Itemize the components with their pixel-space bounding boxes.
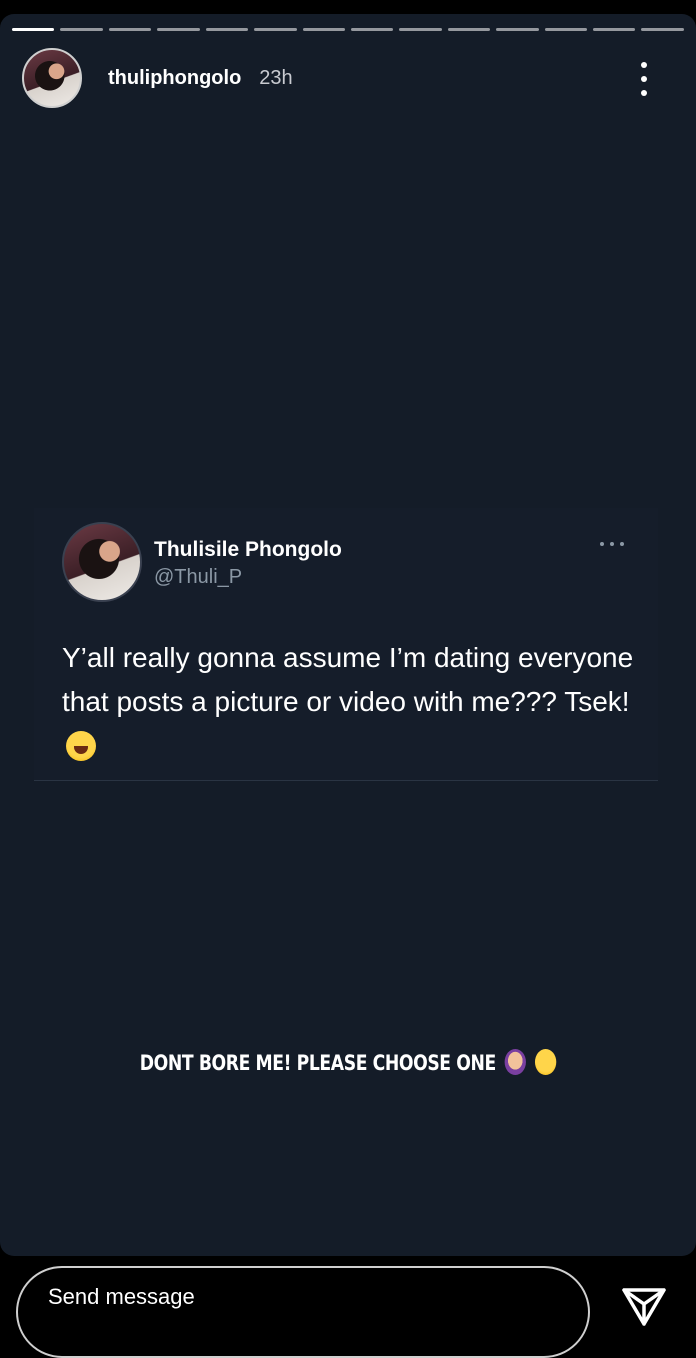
progress-segment	[302, 28, 345, 31]
tweet-handle: @Thuli_P	[154, 566, 243, 588]
progress-segment	[496, 28, 539, 31]
tweet-display-name: Thulisile Phongolo	[154, 538, 342, 561]
progress-segment	[593, 28, 636, 31]
tweet-card: Thulisile Phongolo @Thuli_P Y’all really…	[34, 508, 658, 781]
story-timestamp: 23h	[259, 66, 293, 89]
progress-segment	[254, 28, 297, 31]
tweet-author-avatar	[62, 522, 142, 602]
laughing-emoji-icon	[66, 731, 96, 761]
send-message-input[interactable]	[16, 1266, 590, 1358]
caption-text: DONT BORE ME! PLEASE CHOOSE ONE	[139, 1051, 496, 1075]
user-avatar[interactable]	[22, 48, 82, 108]
story-progress-bar	[12, 28, 684, 31]
progress-segment	[108, 28, 152, 31]
laughing-emoji-icon	[534, 1049, 557, 1075]
tweet-text-block: Y’all really gonna assume I’m dating eve…	[62, 636, 642, 768]
send-icon[interactable]	[620, 1284, 668, 1328]
story-header: thuliphongolo 23h	[22, 48, 674, 108]
tweet-text: Y’all really gonna assume I’m dating eve…	[62, 642, 634, 717]
progress-segment	[12, 28, 55, 31]
progress-segment	[447, 28, 491, 31]
more-horizontal-icon	[600, 542, 624, 548]
story-caption: DONT BORE ME! PLEASE CHOOSE ONE	[63, 1049, 634, 1075]
progress-segment	[399, 28, 442, 31]
woman-emoji-icon	[504, 1049, 527, 1075]
story-footer	[0, 1256, 696, 1358]
progress-segment	[641, 28, 684, 31]
username[interactable]: thuliphongolo	[108, 67, 241, 90]
progress-segment	[60, 28, 103, 31]
progress-segment	[157, 28, 200, 31]
story-frame[interactable]: thuliphongolo 23h Thulisile Phongolo @Th…	[0, 14, 696, 1256]
progress-segment	[205, 28, 249, 31]
more-vertical-icon[interactable]	[634, 62, 654, 96]
progress-segment	[350, 28, 394, 31]
progress-segment	[544, 28, 588, 31]
